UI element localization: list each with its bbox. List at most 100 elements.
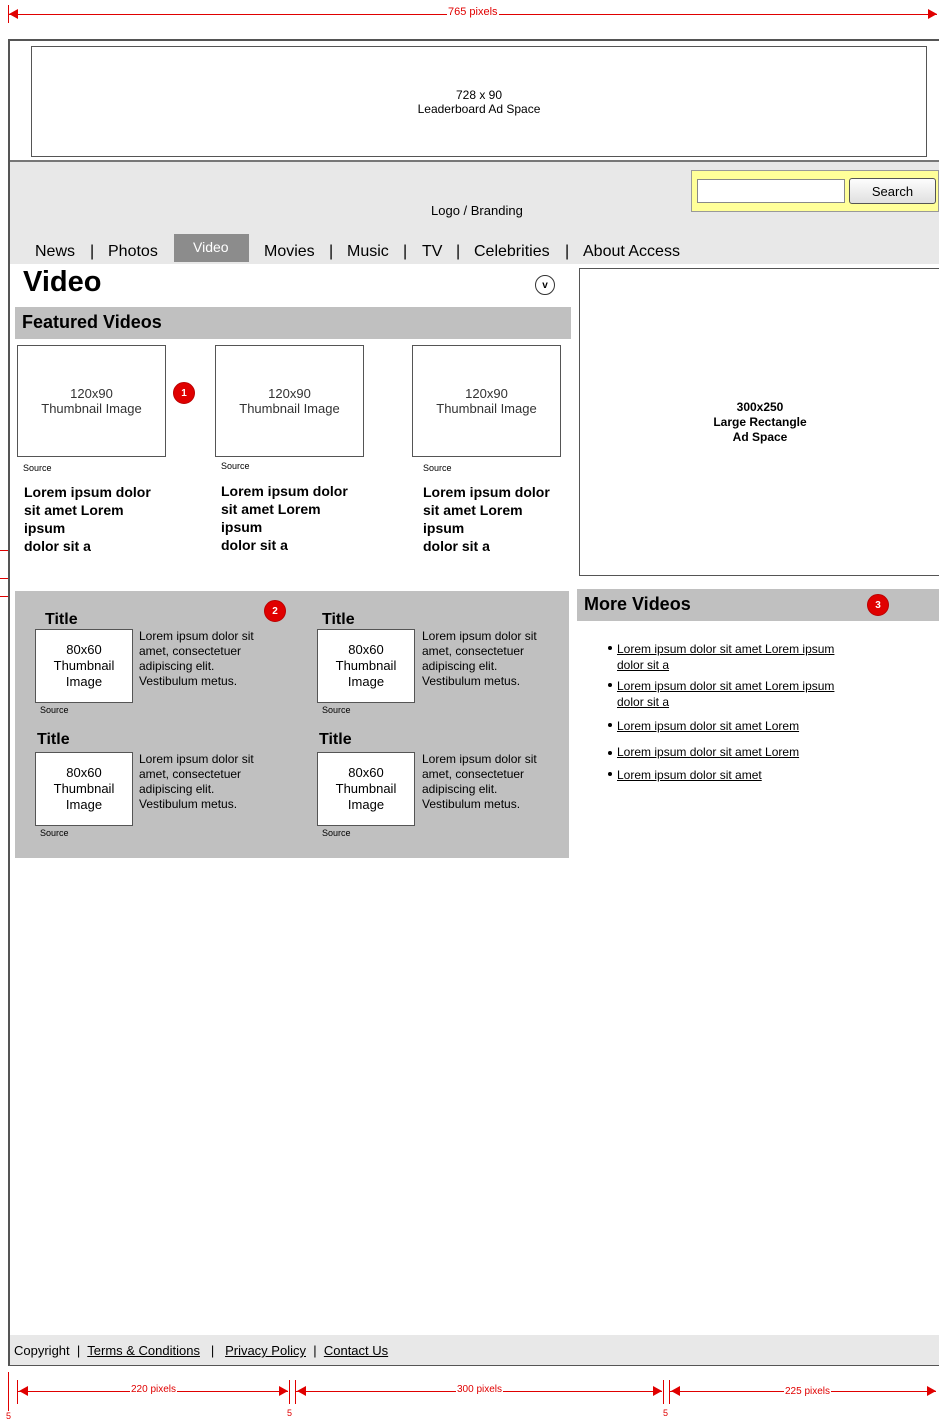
- dimension-arrow-right: [653, 1386, 662, 1396]
- desc-line: Vestibulum metus.: [139, 797, 238, 811]
- dimension-tick: [17, 1380, 18, 1404]
- dimension-arrow-right: [279, 1386, 288, 1396]
- link-line[interactable]: dolor sit a: [617, 695, 669, 709]
- grid-source: Source: [322, 705, 351, 715]
- dimension-tick: [289, 1380, 290, 1404]
- bullet: [608, 683, 612, 687]
- nav-separator: |: [456, 243, 461, 260]
- footer-separator: |: [76, 1343, 81, 1358]
- featured-caption[interactable]: Lorem ipsum dolor sit amet Lorem ipsum d…: [423, 483, 550, 555]
- dimension-arrow-right: [927, 1386, 936, 1396]
- grid-item-title[interactable]: Title: [37, 731, 70, 749]
- thumbnail-label: Thumbnail Image: [436, 401, 537, 416]
- grid-source: Source: [40, 828, 69, 838]
- grid-thumbnail[interactable]: 80x60 Thumbnail Image: [35, 752, 133, 826]
- more-video-link[interactable]: Lorem ipsum dolor sit amet: [617, 767, 762, 783]
- nav-item-news[interactable]: News: [35, 243, 75, 261]
- more-video-link[interactable]: Lorem ipsum dolor sit amet Lorem ipsum d…: [617, 641, 834, 673]
- logo-branding[interactable]: Logo / Branding: [431, 203, 523, 218]
- dimension-arrow-left: [671, 1386, 680, 1396]
- footer-separator: |: [313, 1343, 317, 1358]
- more-video-link[interactable]: Lorem ipsum dolor sit amet Lorem ipsum d…: [617, 678, 834, 710]
- search-input[interactable]: [697, 179, 845, 203]
- toggle-glyph: v: [542, 279, 548, 291]
- link-line[interactable]: Lorem ipsum dolor sit amet: [617, 768, 762, 782]
- nav-item-music[interactable]: Music: [347, 243, 389, 261]
- link-line[interactable]: dolor sit a: [617, 658, 669, 672]
- thumbnail-size: 120x90: [268, 386, 311, 401]
- nav-item-movies[interactable]: Movies: [264, 243, 315, 261]
- more-video-link[interactable]: Lorem ipsum dolor sit amet Lorem: [617, 744, 799, 760]
- grid-description: Lorem ipsum dolor sit amet, consectetuer…: [139, 752, 254, 812]
- grid-thumbnail[interactable]: 80x60 Thumbnail Image: [317, 752, 415, 826]
- dimension-label-col3: 225 pixels: [784, 1386, 832, 1397]
- thumbnail-label: Thumbnail Image: [239, 401, 340, 416]
- link-line[interactable]: Lorem ipsum dolor sit amet Lorem: [617, 719, 799, 733]
- more-videos-heading: More Videos: [584, 594, 691, 614]
- dimension-label-gap: 5: [662, 1408, 670, 1418]
- grid-source: Source: [322, 828, 351, 838]
- dimension-label-gap: 5: [5, 1411, 13, 1421]
- desc-line: adipiscing elit.: [139, 659, 215, 673]
- caption-line: dolor sit a: [423, 538, 490, 554]
- featured-caption[interactable]: Lorem ipsum dolor sit amet Lorem ipsum d…: [221, 482, 348, 554]
- grid-description: Lorem ipsum dolor sit amet, consectetuer…: [422, 752, 537, 812]
- caption-line: ipsum: [423, 520, 465, 536]
- link-line[interactable]: Lorem ipsum dolor sit amet Lorem ipsum: [617, 679, 834, 693]
- dimension-mark: [0, 596, 8, 597]
- page-title: Video: [23, 266, 102, 298]
- grid-item-title[interactable]: Title: [319, 731, 352, 749]
- bullet: [608, 751, 612, 755]
- grid-item-title[interactable]: Title: [322, 611, 355, 629]
- dimension-label-top: 765 pixels: [447, 6, 499, 18]
- thumbnail-size: 80x60: [348, 642, 384, 657]
- desc-line: Lorem ipsum dolor sit: [422, 752, 537, 766]
- chevron-down-icon[interactable]: v: [535, 275, 555, 295]
- caption-line: Lorem ipsum dolor: [221, 483, 348, 499]
- nav-separator: |: [565, 243, 570, 260]
- dimension-mark: [0, 578, 8, 579]
- grid-description: Lorem ipsum dolor sit amet, consectetuer…: [422, 629, 537, 689]
- copyright-text: Copyright: [14, 1343, 70, 1358]
- more-video-link[interactable]: Lorem ipsum dolor sit amet Lorem: [617, 718, 799, 734]
- featured-thumbnail[interactable]: 120x90 Thumbnail Image: [412, 345, 561, 457]
- terms-link[interactable]: Terms & Conditions: [87, 1343, 200, 1358]
- nav-item-video[interactable]: Video: [193, 239, 229, 255]
- ad-label: Ad Space: [732, 429, 788, 444]
- featured-thumbnail[interactable]: 120x90 Thumbnail Image: [215, 345, 364, 457]
- caption-line: sit amet Lorem: [24, 502, 124, 518]
- bullet: [608, 723, 612, 727]
- thumbnail-label: Image: [347, 674, 385, 689]
- nav-item-about-access[interactable]: About Access: [583, 243, 680, 261]
- dimension-label-col2: 300 pixels: [456, 1384, 504, 1395]
- bullet: [608, 646, 612, 650]
- featured-thumbnail[interactable]: 120x90 Thumbnail Image: [17, 345, 166, 457]
- thumbnail-label: Image: [347, 797, 385, 812]
- grid-item-title[interactable]: Title: [45, 611, 78, 629]
- link-line[interactable]: Lorem ipsum dolor sit amet Lorem ipsum: [617, 642, 834, 656]
- desc-line: adipiscing elit.: [139, 782, 215, 796]
- desc-line: adipiscing elit.: [422, 659, 498, 673]
- leaderboard-size: 728 x 90: [455, 87, 503, 102]
- thumbnail-label: Thumbnail: [335, 781, 397, 796]
- privacy-link[interactable]: Privacy Policy: [225, 1343, 306, 1358]
- leaderboard-label: Leaderboard Ad Space: [417, 101, 541, 116]
- featured-caption[interactable]: Lorem ipsum dolor sit amet Lorem ipsum d…: [24, 483, 151, 555]
- search-button[interactable]: Search: [849, 178, 936, 204]
- featured-heading: Featured Videos: [22, 312, 162, 332]
- link-line[interactable]: Lorem ipsum dolor sit amet Lorem: [617, 745, 799, 759]
- nav-item-celebrities[interactable]: Celebrities: [474, 243, 550, 261]
- contact-link[interactable]: Contact Us: [324, 1343, 388, 1358]
- ad-size: 300x250: [736, 399, 784, 414]
- nav-item-tv[interactable]: TV: [422, 243, 442, 261]
- desc-line: Lorem ipsum dolor sit: [139, 629, 254, 643]
- dimension-mark: [0, 550, 8, 551]
- nav-item-photos[interactable]: Photos: [108, 243, 158, 261]
- caption-line: sit amet Lorem: [221, 501, 321, 517]
- thumbnail-label: Thumbnail: [335, 658, 397, 673]
- grid-thumbnail[interactable]: 80x60 Thumbnail Image: [317, 629, 415, 703]
- caption-line: Lorem ipsum dolor: [24, 484, 151, 500]
- grid-thumbnail[interactable]: 80x60 Thumbnail Image: [35, 629, 133, 703]
- thumbnail-size: 120x90: [70, 386, 113, 401]
- nav-separator: |: [90, 243, 95, 260]
